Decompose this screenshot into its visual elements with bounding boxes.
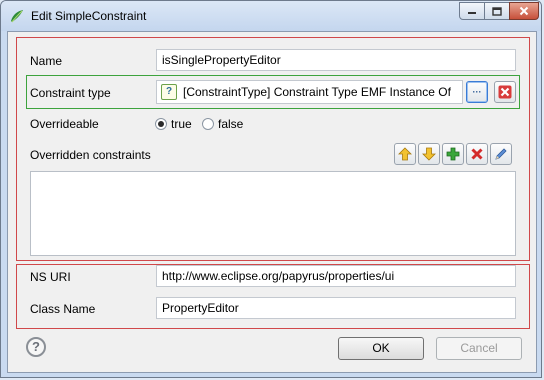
minimize-icon [468,12,476,14]
ok-button[interactable]: OK [338,337,424,360]
add-button[interactable] [442,143,464,165]
title-bar[interactable]: Edit SimpleConstraint [1,1,541,31]
constraint-type-value: [ConstraintType] Constraint Type EMF Ins… [183,85,451,99]
close-button[interactable] [509,2,539,20]
question-mark-icon: ? [161,84,177,100]
dialog-window: Edit SimpleConstraint Name isSinglePrope… [0,0,542,378]
edit-icon [495,148,507,160]
constraint-type-label: Constraint type [30,86,111,100]
minimize-button[interactable] [459,2,485,20]
maximize-icon [492,6,502,16]
delete-icon [471,148,483,160]
overridden-constraints-list[interactable] [30,171,516,256]
overrideable-false-label[interactable]: false [218,117,243,131]
move-up-icon [398,147,412,161]
overrideable-false-radio[interactable] [202,118,214,130]
window-title: Edit SimpleConstraint [31,9,147,23]
add-icon [446,147,460,161]
name-label: Name [30,54,63,68]
ns-uri-field[interactable]: http://www.eclipse.org/papyrus/propertie… [156,265,516,287]
papyrus-leaf-icon [11,10,23,23]
overrideable-true-radio[interactable] [155,118,167,130]
help-button[interactable]: ? [26,337,46,357]
overrideable-true-label[interactable]: true [171,117,192,131]
ns-uri-label: NS URI [30,270,71,284]
remove-button[interactable] [466,143,488,165]
name-field[interactable]: isSinglePropertyEditor [156,49,516,71]
class-name-label: Class Name [30,302,96,316]
edit-button[interactable] [490,143,512,165]
move-up-button[interactable] [394,143,416,165]
close-icon [519,6,529,16]
move-down-icon [422,147,436,161]
overridden-constraints-label: Overridden constraints [30,148,151,162]
maximize-button[interactable] [484,2,510,20]
radio-dot [158,121,164,127]
cancel-button[interactable]: Cancel [436,337,522,360]
overrideable-label: Overrideable [30,117,99,131]
browse-constraint-type-button[interactable]: ··· [466,81,488,103]
class-name-field[interactable]: PropertyEditor [156,297,516,319]
unset-constraint-type-button[interactable] [494,81,516,103]
move-down-button[interactable] [418,143,440,165]
red-x-icon [498,85,512,99]
constraint-type-field[interactable]: ? [ConstraintType] Constraint Type EMF I… [156,80,463,104]
dialog-body: Name isSinglePropertyEditor Constraint t… [7,31,537,373]
browse-label: ··· [472,87,482,97]
